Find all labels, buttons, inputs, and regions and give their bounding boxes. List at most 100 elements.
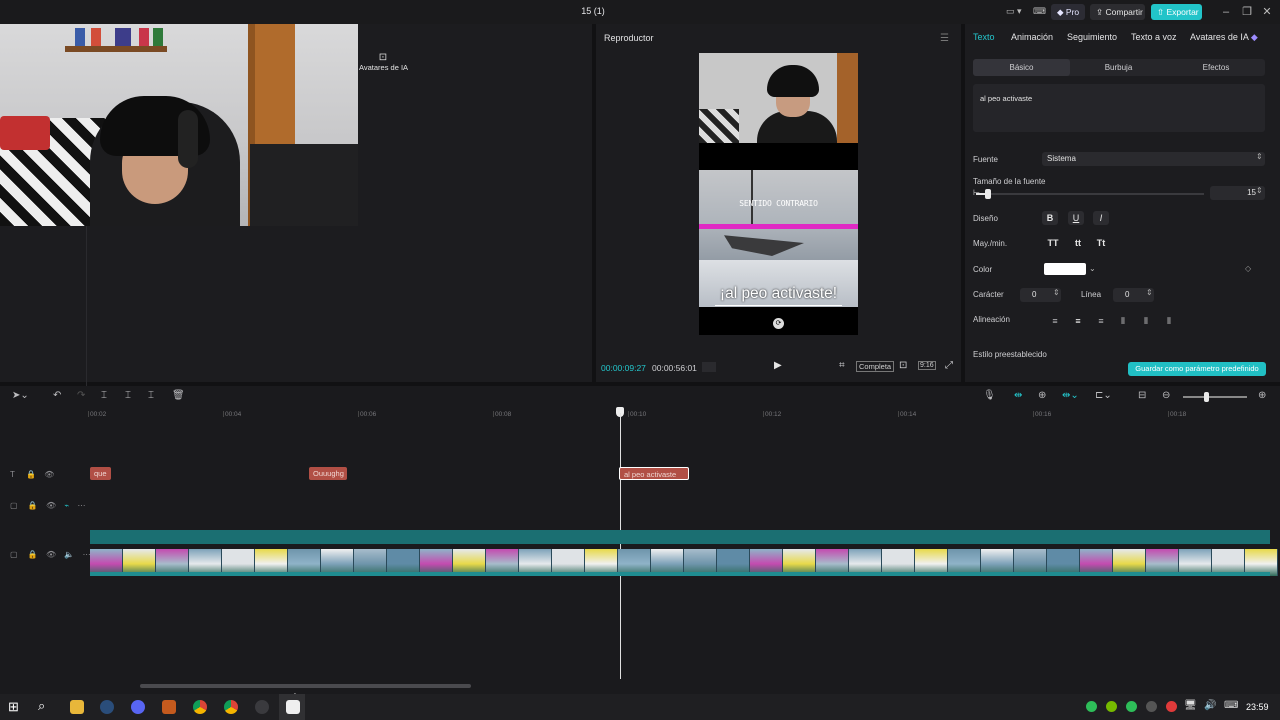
align-middle-icon[interactable]: ⦀ <box>1136 314 1156 328</box>
eye-icon[interactable]: 👁 <box>46 550 56 559</box>
playhead[interactable] <box>620 413 621 679</box>
lowercase-button[interactable]: tt <box>1068 236 1088 250</box>
tab-ai-avatars[interactable]: Avatares de IA ◆ <box>1190 32 1258 43</box>
tray-red-icon[interactable] <box>1166 701 1177 712</box>
stepper-icon[interactable]: ⇕ <box>1146 288 1153 297</box>
select-tool-icon[interactable]: ➤⌄ <box>12 390 29 401</box>
tab-animation[interactable]: Animación <box>1011 32 1053 42</box>
tray-app-icon[interactable] <box>1086 701 1097 712</box>
align-top-icon[interactable]: ⦀ <box>1113 314 1133 328</box>
play-button[interactable]: ▶ <box>774 360 782 371</box>
text-input[interactable]: al peo activaste <box>973 84 1265 132</box>
nvidia-icon[interactable] <box>1106 701 1117 712</box>
audio-track[interactable] <box>90 530 1270 544</box>
split-icon[interactable]: ⌶ <box>101 390 107 401</box>
share-button[interactable]: ⇪ Compartir <box>1090 4 1145 20</box>
tab-text-to-speech[interactable]: Texto a voz <box>1131 32 1177 42</box>
stepper-icon[interactable]: ⇕ <box>1256 186 1263 195</box>
delete-icon[interactable]: 🗑 <box>172 390 185 401</box>
fullscreen-icon[interactable]: ⤢ <box>945 360 953 371</box>
rotate-icon[interactable]: ⟳ <box>773 318 784 329</box>
text-clip-selected[interactable]: al peo activaste <box>619 467 689 480</box>
align-center-icon[interactable]: ≡ <box>1068 314 1088 328</box>
audio-link-icon[interactable]: ⌁ <box>64 501 69 510</box>
chevron-down-icon[interactable]: ⌄ <box>1089 264 1096 273</box>
minimize-icon[interactable]: – <box>1219 5 1233 19</box>
network-icon[interactable]: 🖥 <box>1184 700 1197 711</box>
clock[interactable]: 23:59 <box>1246 702 1269 712</box>
font-select[interactable]: Sistema ⇕ <box>1042 152 1265 166</box>
discord-icon[interactable] <box>131 700 145 714</box>
link-icon[interactable]: ⇹ <box>1014 390 1022 401</box>
ai-avatars-tab[interactable]: ⊡ Avatares de IA <box>359 52 419 72</box>
zoom-slider[interactable] <box>1183 396 1247 398</box>
more-icon[interactable]: ⋯ <box>77 501 85 510</box>
timeline-ruler[interactable]: 00:02 00:04 00:06 00:08 00:10 00:12 00:14 00:16… <box>88 406 1280 420</box>
bold-button[interactable]: B <box>1042 211 1058 225</box>
lock-icon[interactable]: 🔒 <box>28 501 38 510</box>
snap-icon[interactable]: ⊕ <box>1038 390 1046 401</box>
tray-green-icon[interactable] <box>1126 701 1137 712</box>
windows-start-icon[interactable]: ⊞ <box>8 699 19 715</box>
file-explorer-icon[interactable] <box>70 700 84 714</box>
tab-tracking[interactable]: Seguimiento <box>1067 32 1117 42</box>
undo-icon[interactable]: ↶ <box>53 390 61 401</box>
font-size-slider[interactable] <box>976 193 1204 195</box>
subtab-effects[interactable]: Efectos <box>1167 59 1265 76</box>
split-right-icon[interactable]: ⌶ <box>148 390 154 401</box>
eye-icon[interactable]: 👁 <box>46 501 56 510</box>
chrome-icon[interactable] <box>193 700 207 714</box>
underline-button[interactable]: U <box>1068 211 1084 225</box>
chrome-icon[interactable] <box>224 700 238 714</box>
volume-icon[interactable]: 🔊 <box>1204 700 1216 711</box>
zoom-in-icon[interactable]: ⊕ <box>1258 390 1266 401</box>
italic-button[interactable]: I <box>1093 211 1109 225</box>
complete-view-button[interactable]: Completa <box>856 361 895 372</box>
speaker-icon[interactable]: 🔈 <box>64 550 74 559</box>
text-clip[interactable]: Ouuughg <box>309 467 347 480</box>
horizontal-scrollbar[interactable] <box>140 684 471 688</box>
eye-icon[interactable]: 👁 <box>44 470 54 479</box>
split-left-icon[interactable]: ⌶ <box>125 390 131 401</box>
caption-text[interactable]: ¡al peo activaste! <box>699 285 858 303</box>
shortcut-icon[interactable]: ⌨ <box>1033 6 1046 17</box>
aspect-ratio-button[interactable]: 9:16 <box>918 361 936 370</box>
crop-icon[interactable]: ⌗ <box>839 360 845 371</box>
lock-icon[interactable]: 🔒 <box>28 550 38 559</box>
obs-icon[interactable] <box>255 700 269 714</box>
steam-tray-icon[interactable] <box>1146 701 1157 712</box>
video-preview[interactable]: SENTIDO CONTRARIO ¡al peo activaste! ⟳ <box>699 53 858 335</box>
search-icon[interactable]: ⌕ <box>38 698 45 714</box>
character-spacing-input[interactable]: 0 ⇕ <box>1020 288 1061 302</box>
microphone-icon[interactable]: 🎙 <box>983 390 996 401</box>
color-swatch[interactable] <box>1044 263 1086 275</box>
caption-icon[interactable]: ⊟ <box>1138 390 1146 401</box>
titlecase-button[interactable]: Tt <box>1091 236 1111 250</box>
pro-button[interactable]: ◆ Pro <box>1051 4 1085 20</box>
tab-text[interactable]: Texto <box>973 32 995 42</box>
keyframe-icon[interactable]: ◇ <box>1245 264 1251 273</box>
timeline-icon[interactable] <box>702 362 716 372</box>
magnet-icon[interactable]: ⇹⌄ <box>1062 390 1079 401</box>
steam-icon[interactable] <box>100 700 114 714</box>
app-icon[interactable] <box>162 700 176 714</box>
text-clip[interactable]: que <box>90 467 111 480</box>
screenshot-icon[interactable]: ⊡ <box>899 360 907 371</box>
font-size-slider-thumb[interactable] <box>985 189 992 199</box>
zoom-out-icon[interactable]: ⊖ <box>1162 390 1170 401</box>
save-preset-button[interactable]: Guardar como parámetro predefinido <box>1128 362 1266 376</box>
font-size-input[interactable]: 15 ⇕ <box>1210 186 1265 200</box>
layout-icon[interactable]: ▭ ▾ <box>1006 6 1022 17</box>
stepper-icon[interactable]: ⇕ <box>1053 288 1060 297</box>
uppercase-button[interactable]: TT <box>1043 236 1063 250</box>
subtab-bubble[interactable]: Burbuja <box>1070 59 1167 76</box>
restore-icon[interactable]: ❐ <box>1240 5 1254 19</box>
close-icon[interactable]: ✕ <box>1260 5 1274 19</box>
align-bottom-icon[interactable]: ⦀ <box>1159 314 1179 328</box>
preview-axis-icon[interactable]: ⊏⌄ <box>1095 390 1112 401</box>
menu-icon[interactable]: ☰ <box>940 33 949 44</box>
redo-icon[interactable]: ↷ <box>77 390 85 401</box>
lock-icon[interactable]: 🔒 <box>26 470 36 479</box>
zoom-slider-thumb[interactable] <box>1204 392 1209 402</box>
language-icon[interactable]: ⌨ <box>1224 700 1238 711</box>
